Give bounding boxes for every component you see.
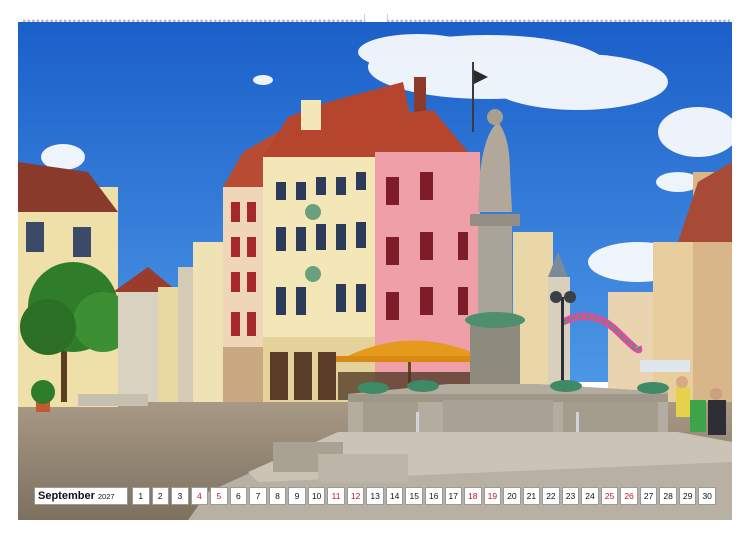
day-cell: 19: [483, 487, 502, 505]
day-cell: 21: [522, 487, 541, 505]
day-cell: 11: [327, 487, 345, 505]
town-square-photo: [18, 22, 732, 520]
day-cell: 22: [542, 487, 560, 505]
day-cell: 3: [171, 487, 189, 505]
day-cell: 8: [268, 487, 287, 505]
day-cell: 29: [678, 487, 697, 505]
day-cell: 16: [424, 487, 443, 505]
calendar-page: September 2027 1 2 3 4 5 6 7 8 9 10 11 12 13 14 15 16 17…: [0, 0, 750, 540]
day-cell: 2: [151, 487, 170, 505]
day-cell: 9: [288, 487, 306, 505]
day-cell: 30: [698, 487, 716, 505]
day-cell: 18: [464, 487, 482, 505]
day-cell: 12: [346, 487, 365, 505]
year-label: 2027: [97, 491, 115, 501]
day-cell: 10: [307, 487, 326, 505]
day-cell: 26: [620, 487, 638, 505]
day-cell: 6: [229, 487, 248, 505]
day-cell: 17: [444, 487, 463, 505]
day-cell: 28: [659, 487, 677, 505]
day-cell: 5: [210, 487, 228, 505]
month-name: September: [38, 490, 95, 502]
day-cell: 24: [581, 487, 599, 505]
calendar-date-strip: September 2027 1 2 3 4 5 6 7 8 9 10 11 12 13 14 15 16 17…: [34, 487, 716, 505]
day-cell: 23: [561, 487, 580, 505]
day-cell: 14: [385, 487, 404, 505]
day-cell: 25: [600, 487, 619, 505]
day-cell: 13: [366, 487, 384, 505]
day-cell: 7: [249, 487, 267, 505]
day-cell: 1: [132, 487, 150, 505]
month-label: September 2027: [34, 487, 128, 505]
day-cell: 20: [503, 487, 521, 505]
day-cell: 15: [405, 487, 423, 505]
day-cell: 27: [639, 487, 658, 505]
day-cell: 4: [190, 487, 209, 505]
